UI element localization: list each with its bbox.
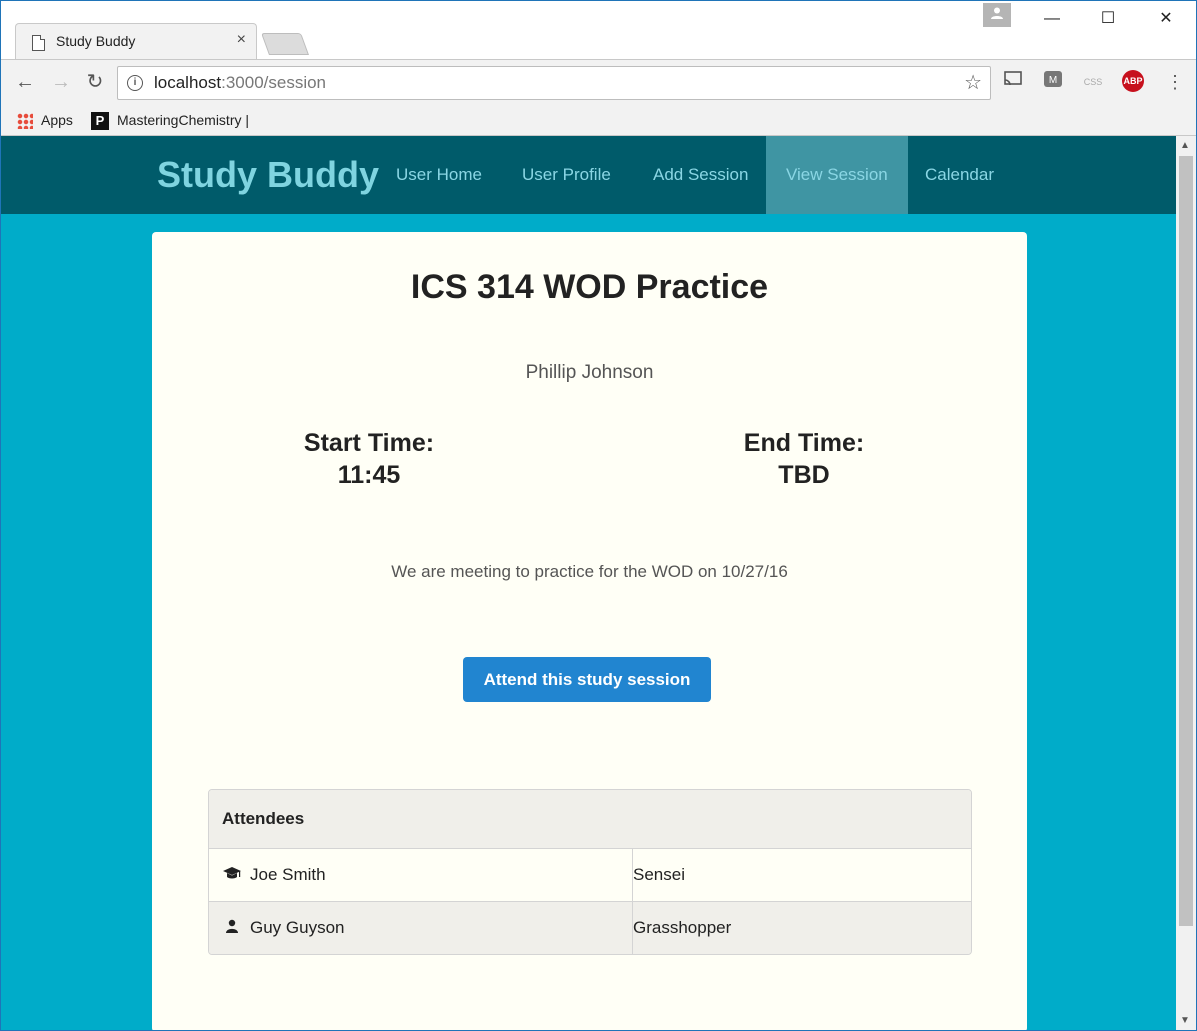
- page-icon: [32, 35, 45, 51]
- bookmark-star-icon[interactable]: ☆: [964, 70, 982, 95]
- start-time-label: Start Time:: [303, 429, 435, 457]
- css-extension-icon[interactable]: CSS: [1081, 70, 1105, 94]
- session-host: Phillip Johnson: [525, 362, 654, 383]
- url-text[interactable]: localhost:3000/session: [154, 73, 326, 93]
- menu-icon[interactable]: ⋮: [1163, 70, 1187, 94]
- attendee-role: Grasshopper: [633, 918, 732, 937]
- new-tab-button[interactable]: [260, 33, 310, 55]
- graduation-cap-icon: [222, 850, 242, 902]
- svg-text:M: M: [1049, 75, 1057, 86]
- attendee-name: Joe Smith: [250, 865, 326, 884]
- address-bar[interactable]: i localhost:3000/session ☆: [117, 66, 991, 100]
- attendee-name-cell: Joe Smith: [209, 849, 633, 901]
- user-icon: [222, 903, 242, 954]
- back-icon[interactable]: ←: [13, 70, 37, 94]
- attendee-name-cell: Guy Guyson: [209, 902, 633, 954]
- session-title: ICS 314 WOD Practice: [410, 268, 769, 306]
- minimize-button[interactable]: —: [1029, 5, 1075, 33]
- session-card: ICS 314 WOD Practice Phillip Johnson Sta…: [152, 232, 1027, 1030]
- nav-user-profile[interactable]: User Profile: [502, 136, 631, 214]
- maximize-button[interactable]: ☐: [1085, 5, 1131, 33]
- attendee-role: Sensei: [633, 865, 685, 884]
- brand-logo[interactable]: Study Buddy: [157, 154, 379, 196]
- browser-tab[interactable]: Study Buddy ×: [15, 23, 257, 60]
- table-row: Joe Smith Sensei: [209, 849, 971, 902]
- start-time-value: 11:45: [337, 461, 401, 489]
- apps-grid-icon: [17, 113, 33, 130]
- bookmarks-bar: Apps P MasteringChemistry |: [1, 105, 1196, 136]
- bookmark-apps[interactable]: Apps: [17, 109, 73, 131]
- end-time-value: TBD: [778, 461, 830, 489]
- nav-calendar[interactable]: Calendar: [905, 136, 1014, 214]
- close-window-button[interactable]: ✕: [1143, 5, 1189, 33]
- site-navbar: Study Buddy User Home User Profile Add S…: [1, 136, 1176, 214]
- bookmark-masteringchemistry[interactable]: P MasteringChemistry |: [91, 109, 249, 131]
- pearson-p-icon: P: [91, 112, 109, 131]
- attendee-name: Guy Guyson: [250, 918, 345, 937]
- end-time-label: End Time:: [743, 429, 865, 457]
- extension-shield-icon[interactable]: M: [1041, 70, 1065, 94]
- scroll-down-icon[interactable]: ▼: [1180, 1015, 1190, 1026]
- attendees-table: Attendees Joe Smith Sensei Guy Guyson Gr…: [208, 789, 972, 955]
- tab-close-icon[interactable]: ×: [237, 31, 246, 49]
- table-row: Guy Guyson Grasshopper: [209, 902, 971, 954]
- start-time: Start Time: 11:45: [249, 427, 489, 491]
- attend-session-button[interactable]: Attend this study session: [463, 657, 711, 702]
- scroll-up-icon[interactable]: ▲: [1180, 140, 1190, 151]
- title-bar: Study Buddy × — ☐ ✕: [1, 1, 1196, 60]
- forward-icon[interactable]: →: [49, 70, 73, 94]
- cast-icon[interactable]: [1001, 70, 1025, 94]
- vertical-scrollbar[interactable]: ▲ ▼: [1176, 136, 1196, 1030]
- scroll-thumb[interactable]: [1179, 156, 1193, 926]
- session-description: We are meeting to practice for the WOD o…: [391, 562, 788, 581]
- reload-icon[interactable]: ↻: [83, 70, 107, 94]
- tab-title: Study Buddy: [56, 33, 136, 49]
- page-viewport: Study Buddy User Home User Profile Add S…: [1, 136, 1176, 1030]
- browser-toolbar: ← → ↻ i localhost:3000/session ☆ M CSS A…: [1, 59, 1196, 106]
- nav-view-session[interactable]: View Session: [766, 136, 908, 214]
- nav-user-home[interactable]: User Home: [376, 136, 502, 214]
- attendees-header: Attendees: [209, 790, 971, 849]
- end-time: End Time: TBD: [684, 427, 924, 491]
- adblock-icon[interactable]: ABP: [1122, 70, 1144, 92]
- info-icon[interactable]: i: [127, 75, 143, 91]
- nav-add-session[interactable]: Add Session: [633, 136, 768, 214]
- browser-window: Study Buddy × — ☐ ✕ ← → ↻ i localhost:30…: [0, 0, 1197, 1031]
- profile-icon[interactable]: [983, 3, 1011, 27]
